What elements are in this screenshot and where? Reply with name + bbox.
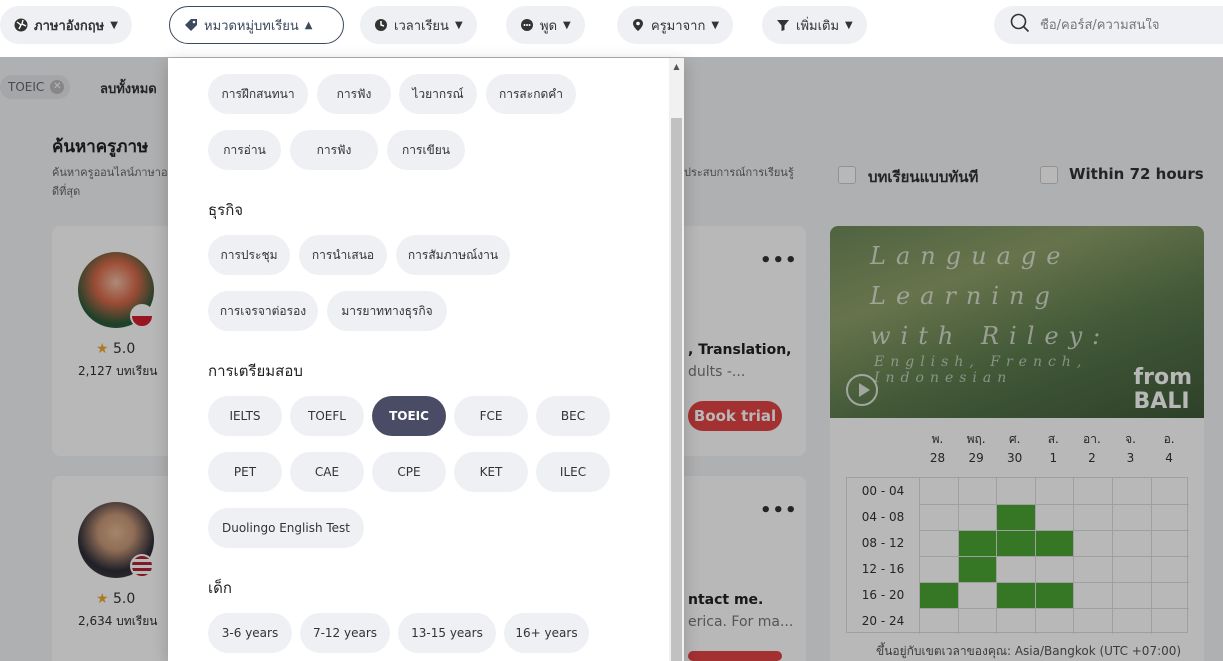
more-filter[interactable]: เพิ่มเติม ▼	[762, 6, 867, 44]
category-option[interactable]: BEC	[536, 396, 610, 436]
group-title-exam: การเตรียมสอบ	[208, 362, 303, 380]
category-filter-label: หมวดหมู่บทเรียน	[204, 18, 299, 34]
chevron-down-icon: ▼	[110, 19, 118, 31]
group-title-business: ธุรกิจ	[208, 201, 244, 219]
time-filter[interactable]: เวลาเรียน ▼	[360, 6, 477, 44]
category-option[interactable]: 13-15 years	[398, 613, 496, 653]
category-filter[interactable]: หมวดหมู่บทเรียน ▲	[169, 6, 344, 44]
language-filter-label: ภาษาอังกฤษ	[34, 18, 105, 34]
category-option[interactable]: การฝึกสนทนา	[208, 74, 308, 114]
category-option[interactable]: 16+ years	[504, 613, 589, 653]
category-option[interactable]: การฟัง	[290, 130, 378, 170]
category-option[interactable]: TOEFL	[290, 396, 364, 436]
category-option[interactable]: IELTS	[208, 396, 282, 436]
category-option[interactable]: Duolingo English Test	[208, 508, 364, 548]
clock-icon	[374, 18, 388, 32]
category-option[interactable]: 3-6 years	[208, 613, 292, 653]
scrollbar[interactable]: ▲	[669, 58, 684, 661]
category-option[interactable]: TOEIC	[372, 396, 446, 436]
tag-icon	[184, 18, 198, 32]
category-option[interactable]: FCE	[454, 396, 528, 436]
category-option[interactable]: การฟัง	[317, 74, 391, 114]
speaks-filter-label: พูด	[540, 18, 558, 34]
more-filter-label: เพิ่มเติม	[796, 18, 840, 34]
scrollbar-thumb[interactable]	[671, 118, 682, 661]
search-icon	[1010, 13, 1030, 37]
category-option[interactable]: การนำเสนอ	[299, 235, 387, 275]
category-option[interactable]: 7-12 years	[300, 613, 390, 653]
group-title-kids: เด็ก	[208, 579, 232, 597]
language-filter[interactable]: ภาษาอังกฤษ ▼	[0, 6, 132, 44]
search-box	[994, 6, 1223, 44]
chevron-up-icon: ▲	[304, 19, 313, 31]
from-filter-label: ครูมาจาก	[651, 18, 706, 34]
category-option[interactable]: ไวยากรณ์	[399, 74, 477, 114]
category-option[interactable]: การประชุม	[208, 235, 290, 275]
chevron-down-icon: ▼	[563, 19, 571, 31]
category-option[interactable]: CAE	[290, 452, 364, 492]
category-option[interactable]: การสัมภาษณ์งาน	[396, 235, 510, 275]
category-dropdown: ธุรกิจ การเตรียมสอบ เด็ก การฝึกสนทนา การฟ…	[168, 58, 684, 661]
speech-bubble-icon	[520, 18, 534, 32]
language-icon	[14, 18, 28, 32]
category-option[interactable]: การเจรจาต่อรอง	[208, 291, 318, 331]
funnel-icon	[776, 18, 790, 32]
scroll-up-arrow-icon[interactable]: ▲	[669, 58, 684, 75]
search-input[interactable]	[1040, 17, 1210, 33]
category-option[interactable]: KET	[454, 452, 528, 492]
location-pin-icon	[631, 18, 645, 32]
time-filter-label: เวลาเรียน	[394, 18, 449, 34]
category-option[interactable]: PET	[208, 452, 282, 492]
category-option[interactable]: CPE	[372, 452, 446, 492]
speaks-filter[interactable]: พูด ▼	[506, 6, 585, 44]
from-filter[interactable]: ครูมาจาก ▼	[617, 6, 734, 44]
chevron-down-icon: ▼	[845, 19, 853, 31]
category-option[interactable]: การเขียน	[387, 130, 465, 170]
chevron-down-icon: ▼	[454, 19, 463, 31]
category-option[interactable]: การสะกดคำ	[486, 74, 576, 114]
filter-bar: ภาษาอังกฤษ ▼ หมวดหมู่บทเรียน ▲ เวลาเรียน…	[0, 0, 1223, 57]
category-option[interactable]: มารยาททางธุรกิจ	[327, 291, 447, 331]
category-option[interactable]: ILEC	[536, 452, 610, 492]
chevron-down-icon: ▼	[711, 19, 720, 31]
category-option[interactable]: การอ่าน	[208, 130, 281, 170]
